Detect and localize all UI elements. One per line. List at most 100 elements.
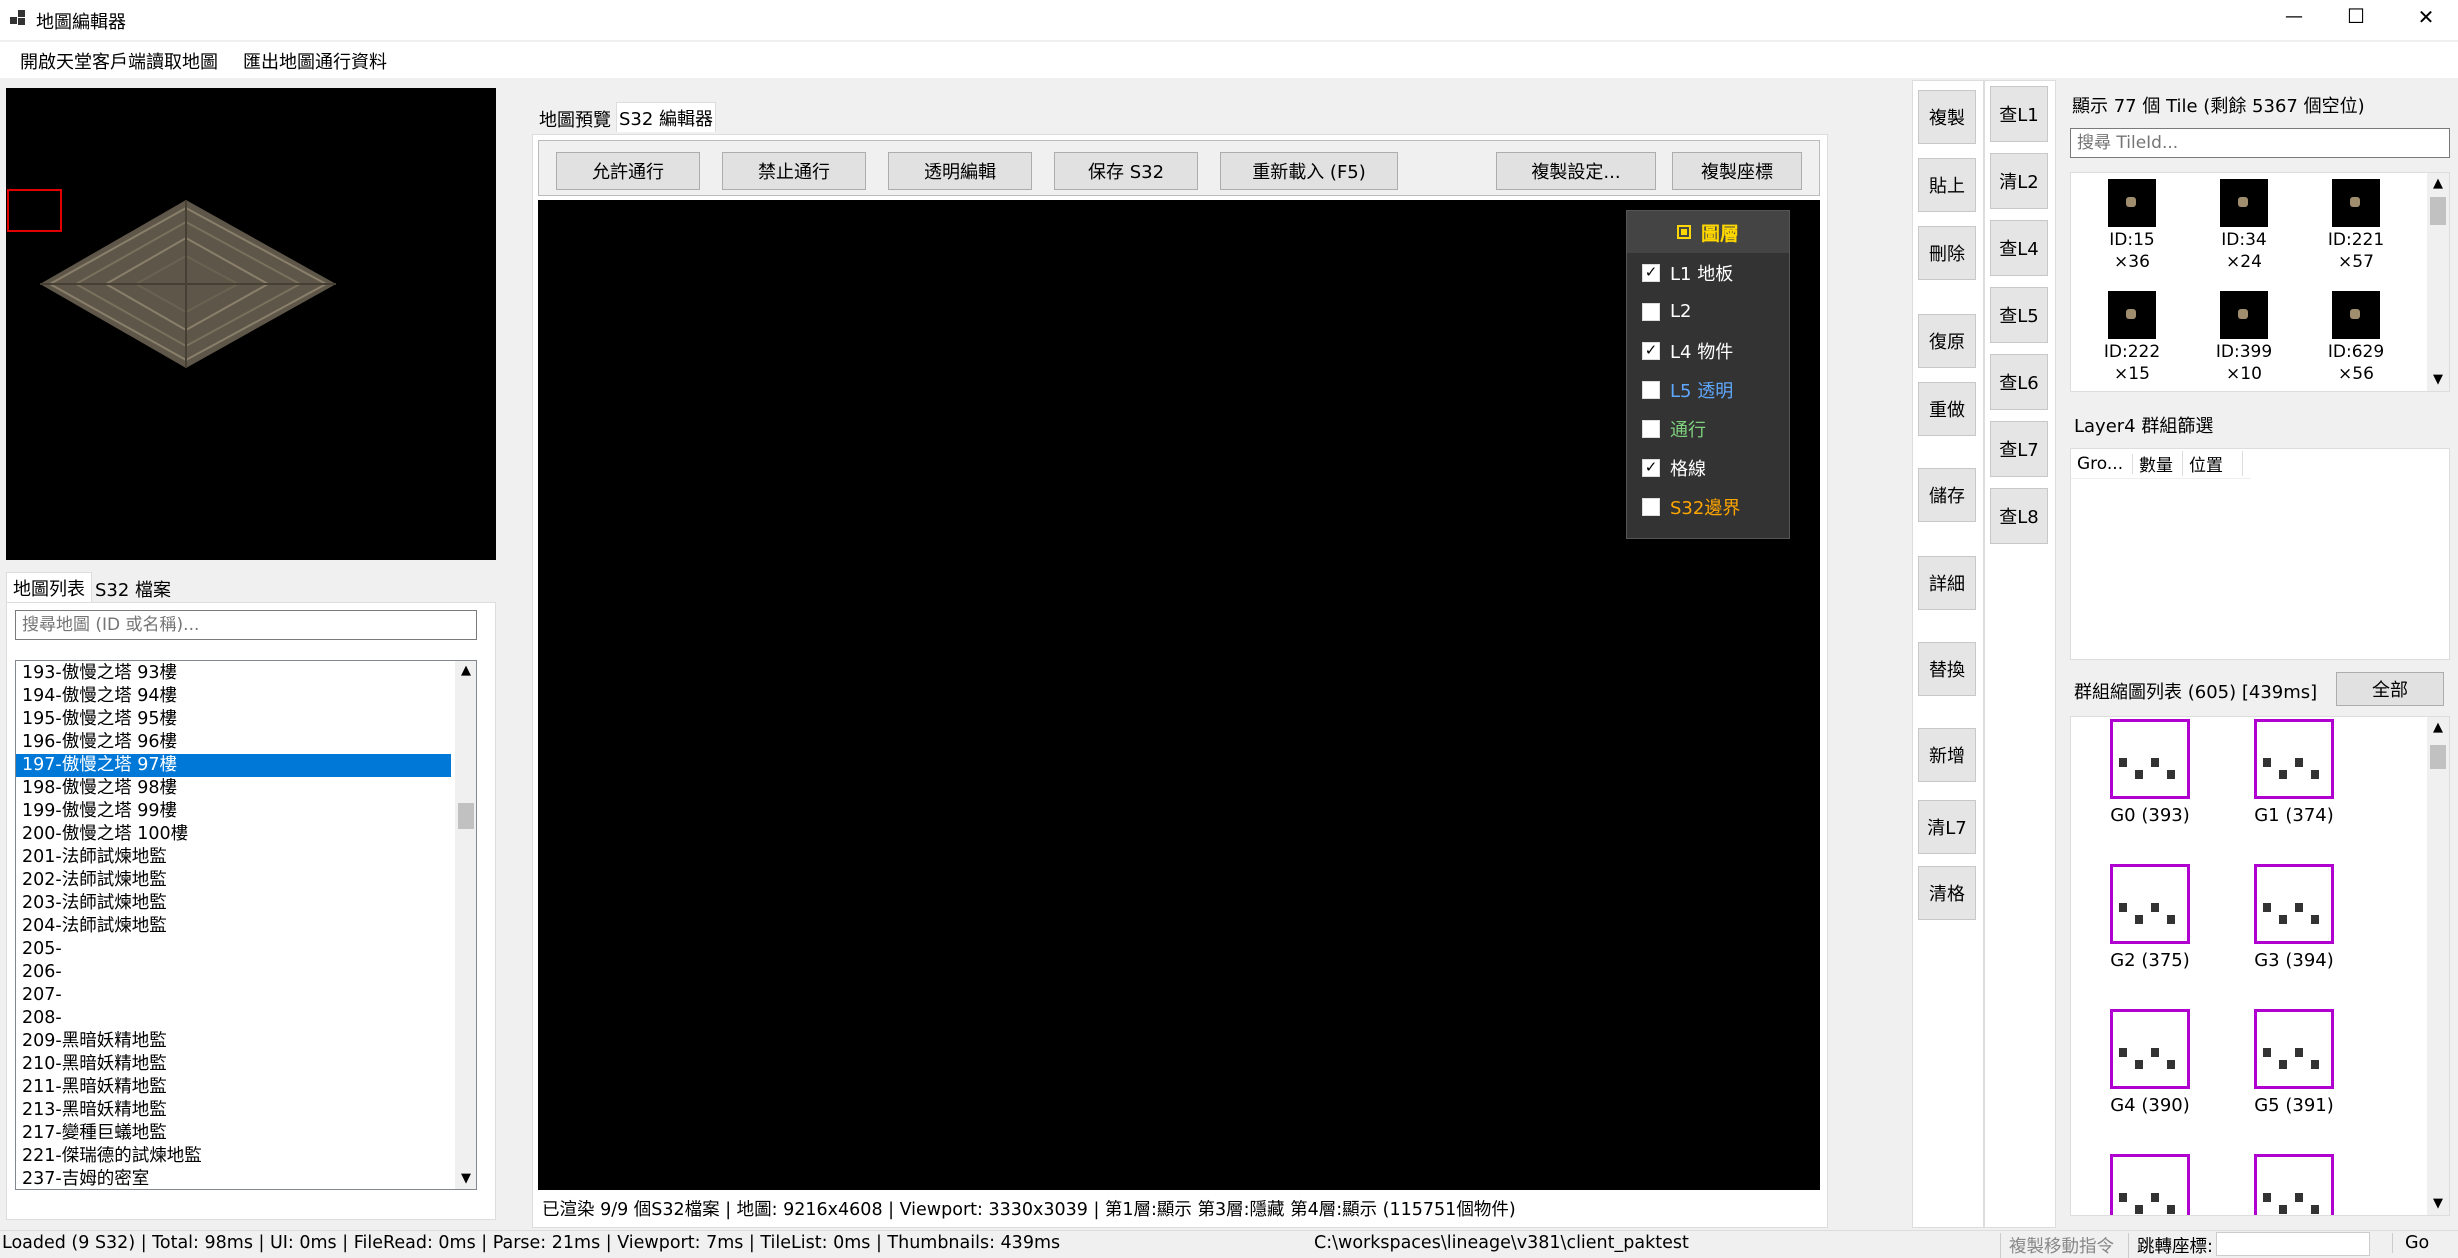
action-button[interactable]: 清L7 <box>1918 800 1976 854</box>
scroll-up-icon[interactable]: ▲ <box>2427 173 2449 195</box>
scroll-down-icon[interactable]: ▼ <box>455 1169 476 1189</box>
unchecked-checkbox-icon[interactable] <box>1642 419 1660 438</box>
layer-action-button[interactable]: 查L8 <box>1990 488 2048 544</box>
map-list-item[interactable]: 195-傲慢之塔 95樓 <box>16 708 451 731</box>
close-button[interactable]: ✕ <box>2406 5 2446 29</box>
group-thumbnail-list[interactable]: G0 (393) G1 (374) G2 (375) G3 (394) G4 (390)… <box>2070 716 2450 1216</box>
copy-move-command[interactable]: 複製移動指令 <box>2000 1233 2114 1258</box>
layer-action-button[interactable]: 清L2 <box>1990 153 2048 209</box>
unchecked-checkbox-icon[interactable] <box>1642 302 1660 321</box>
scroll-up-icon[interactable]: ▲ <box>455 661 476 681</box>
layer-toggle[interactable]: ✓ 格線 <box>1627 448 1789 487</box>
jump-coord-input[interactable] <box>2216 1232 2370 1256</box>
map-list-item[interactable]: 211-黑暗妖精地監 <box>16 1076 451 1099</box>
group-thumbnail[interactable]: G5 (391) <box>2239 1009 2349 1116</box>
menu-export-passability[interactable]: 匯出地圖通行資料 <box>243 48 387 74</box>
map-list-item[interactable]: 210-黑暗妖精地監 <box>16 1053 451 1076</box>
group-thumbnail[interactable] <box>2239 1154 2349 1215</box>
map-list-item[interactable]: 206- <box>16 961 451 984</box>
layer-toggle[interactable]: ✓ L1 地板 <box>1627 253 1789 292</box>
action-button[interactable]: 替換 <box>1918 642 1976 696</box>
column-group[interactable]: Gro... <box>2071 453 2133 474</box>
layer-toggle[interactable]: L2 <box>1627 292 1789 331</box>
tile-search-input[interactable] <box>2070 128 2450 158</box>
map-list-item[interactable]: 208- <box>16 1007 451 1030</box>
layer-action-button[interactable]: 查L5 <box>1990 287 2048 343</box>
group-thumbnail[interactable]: G0 (393) <box>2095 719 2205 826</box>
tab-s32-files[interactable]: S32 檔案 <box>92 574 174 604</box>
forbid-pass-button[interactable]: 禁止通行 <box>722 152 866 190</box>
minimap[interactable] <box>6 88 496 560</box>
save-s32-button[interactable]: 保存 S32 <box>1054 152 1198 190</box>
layer-action-button[interactable]: 查L7 <box>1990 421 2048 477</box>
action-button[interactable]: 重做 <box>1918 382 1976 436</box>
group-thumbnail[interactable]: G3 (394) <box>2239 864 2349 971</box>
map-list[interactable]: 193-傲慢之塔 93樓 194-傲慢之塔 94樓 195-傲慢之塔 95樓 196-… <box>15 660 477 1190</box>
checked-checkbox-icon[interactable]: ✓ <box>1642 263 1660 282</box>
map-list-item[interactable]: 194-傲慢之塔 94樓 <box>16 685 451 708</box>
viewport-rect[interactable] <box>7 189 62 232</box>
action-button[interactable]: 刪除 <box>1918 226 1976 280</box>
unchecked-checkbox-icon[interactable] <box>1642 380 1660 399</box>
tile-item[interactable]: ID:399 ×10 <box>2199 291 2289 385</box>
tile-list-scrollbar[interactable]: ▲ ▼ <box>2427 173 2449 391</box>
tab-s32-editor[interactable]: S32 編輯器 <box>616 102 716 132</box>
group-thumbnail[interactable]: G1 (374) <box>2239 719 2349 826</box>
layer-toggle[interactable]: ✓ L4 物件 <box>1627 331 1789 370</box>
map-list-item[interactable]: 204-法師試煉地監 <box>16 915 451 938</box>
map-list-item[interactable]: 217-變種巨蟻地監 <box>16 1122 451 1145</box>
map-list-item[interactable]: 198-傲慢之塔 98樓 <box>16 777 451 800</box>
action-button[interactable]: 新增 <box>1918 728 1976 782</box>
map-list-item[interactable]: 205- <box>16 938 451 961</box>
map-list-item[interactable]: 200-傲慢之塔 100樓 <box>16 823 451 846</box>
copy-coords-button[interactable]: 複製座標 <box>1672 152 1802 190</box>
map-list-item[interactable]: 201-法師試煉地監 <box>16 846 451 869</box>
column-position[interactable]: 位置 <box>2183 451 2243 476</box>
tile-item[interactable]: ID:221 ×57 <box>2311 179 2401 273</box>
action-button[interactable]: 復原 <box>1918 314 1976 368</box>
map-list-item[interactable]: 196-傲慢之塔 96樓 <box>16 731 451 754</box>
all-button[interactable]: 全部 <box>2336 672 2444 706</box>
reload-button[interactable]: 重新載入 (F5) <box>1220 152 1398 190</box>
tile-item[interactable]: ID:222 ×15 <box>2087 291 2177 385</box>
tile-list[interactable]: ID:15 ×36 ID:34 ×24 ID:221 ×57 ID:222 ×15 ID:399… <box>2070 172 2450 392</box>
layer-toggle[interactable]: L5 透明 <box>1627 370 1789 409</box>
map-list-item[interactable]: 237-吉姆的密室 <box>16 1168 451 1189</box>
layer-toggle[interactable]: 通行 <box>1627 409 1789 448</box>
action-button[interactable]: 詳細 <box>1918 556 1976 610</box>
checked-checkbox-icon[interactable]: ✓ <box>1642 341 1660 360</box>
tile-item[interactable]: ID:629 ×56 <box>2311 291 2401 385</box>
action-button[interactable]: 儲存 <box>1918 468 1976 522</box>
checked-checkbox-icon[interactable]: ✓ <box>1642 458 1660 477</box>
transparent-edit-button[interactable]: 透明編輯 <box>888 152 1032 190</box>
scroll-thumb[interactable] <box>458 803 474 829</box>
action-button[interactable]: 清格 <box>1918 866 1976 920</box>
group-filter-table[interactable]: Gro... 數量 位置 <box>2070 448 2450 660</box>
go-button[interactable]: Go <box>2392 1233 2429 1253</box>
group-thumbnail[interactable] <box>2095 1154 2205 1215</box>
tab-map-list[interactable]: 地圖列表 <box>6 572 92 602</box>
column-count[interactable]: 數量 <box>2133 451 2183 476</box>
tab-map-preview[interactable]: 地圖預覽 <box>532 104 618 134</box>
scroll-up-icon[interactable]: ▲ <box>2427 717 2449 739</box>
maximize-button[interactable]: ☐ <box>2336 4 2376 28</box>
layer-toggle[interactable]: S32邊界 <box>1627 487 1789 526</box>
allow-pass-button[interactable]: 允許通行 <box>556 152 700 190</box>
map-list-item[interactable]: 221-傑瑞德的試煉地監 <box>16 1145 451 1168</box>
group-thumbnail[interactable]: G4 (390) <box>2095 1009 2205 1116</box>
scroll-thumb[interactable] <box>2430 745 2446 769</box>
map-list-item[interactable]: 209-黑暗妖精地監 <box>16 1030 451 1053</box>
minimize-button[interactable]: — <box>2274 6 2314 27</box>
map-list-item[interactable]: 193-傲慢之塔 93樓 <box>16 662 451 685</box>
group-thumbnail[interactable]: G2 (375) <box>2095 864 2205 971</box>
scroll-down-icon[interactable]: ▼ <box>2427 1193 2449 1215</box>
map-list-item[interactable]: 213-黑暗妖精地監 <box>16 1099 451 1122</box>
map-search-input[interactable] <box>15 610 477 640</box>
scroll-down-icon[interactable]: ▼ <box>2427 369 2449 391</box>
layer-action-button[interactable]: 查L4 <box>1990 220 2048 276</box>
scroll-thumb[interactable] <box>2430 197 2446 225</box>
map-list-item[interactable]: 207- <box>16 984 451 1007</box>
map-list-item[interactable]: 197-傲慢之塔 97樓 <box>16 754 451 777</box>
tile-item[interactable]: ID:34 ×24 <box>2199 179 2289 273</box>
menu-open-client[interactable]: 開啟天堂客戶端讀取地圖 <box>20 48 218 74</box>
